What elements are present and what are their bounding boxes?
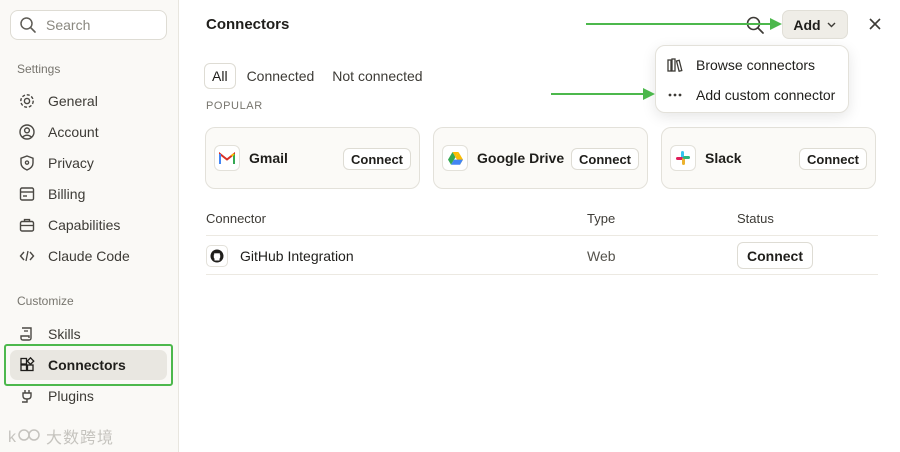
close-icon [869,18,881,30]
user-circle-icon [19,124,35,140]
connector-card-google-drive[interactable]: Google Drive Connect [433,127,648,189]
sidebar-item-label: Privacy [48,155,94,171]
search-placeholder: Search [46,17,91,33]
briefcase-icon [19,218,35,232]
sidebar-item-claude-code[interactable]: Claude Code [10,241,167,271]
filter-tabs: All Connected Not connected [204,63,434,89]
library-icon [667,58,683,72]
menu-item-label: Add custom connector [696,87,836,103]
watermark-text: 大数跨境 [46,430,115,447]
tab-all[interactable]: All [204,63,236,89]
sidebar-item-general[interactable]: General [10,86,167,116]
connect-button-slack[interactable]: Connect [799,148,867,170]
connector-card-gmail[interactable]: Gmail Connect [205,127,420,189]
gmail-icon [214,145,240,171]
svg-text:k: k [8,429,17,446]
scroll-icon [20,327,32,341]
page-title: Connectors [206,16,290,33]
table-row: GitHub Integration Web Connect [206,235,878,275]
tab-connected[interactable]: Connected [240,64,322,88]
watermark-logo-icon: k [8,429,40,446]
code-icon [19,250,35,262]
ellipsis-icon [668,93,682,97]
sidebar-item-account[interactable]: Account [10,117,167,147]
add-dropdown-menu: Browse connectors Add custom connector [655,45,849,113]
settings-section-label: Settings [17,62,61,76]
sidebar-item-capabilities[interactable]: Capabilities [10,210,167,240]
menu-item-label: Browse connectors [696,57,816,73]
search-icon [746,16,764,34]
close-button[interactable] [866,15,884,33]
search-icon [20,17,36,33]
connector-card-name: Gmail [249,150,288,166]
connector-card-slack[interactable]: Slack Connect [661,127,876,189]
sidebar-item-label: Claude Code [48,248,130,264]
sidebar-item-skills[interactable]: Skills [10,319,167,349]
sidebar-item-label: Account [48,124,99,140]
sidebar-item-plugins[interactable]: Plugins [10,381,167,411]
menu-item-browse-connectors[interactable]: Browse connectors [666,54,815,76]
popular-section-label: POPULAR [206,100,263,112]
plug-icon [22,390,32,403]
sidebar: Search Settings General Account Privacy … [0,0,179,452]
slack-icon [670,145,696,171]
column-header-connector: Connector [206,211,266,226]
sidebar-item-label: Capabilities [48,217,121,233]
sidebar-item-connectors[interactable]: Connectors [10,350,167,380]
connect-button-github[interactable]: Connect [737,242,813,269]
sidebar-item-label: Connectors [48,357,126,373]
watermark: k 大数跨境 [8,424,114,448]
customize-section-label: Customize [17,294,74,308]
add-button-label: Add [793,16,821,33]
shield-icon [20,155,34,171]
sidebar-item-privacy[interactable]: Privacy [10,148,167,178]
add-button[interactable]: Add [782,10,848,39]
search-input[interactable]: Search [10,10,167,40]
connector-card-name: Google Drive [477,150,565,166]
connect-button-gmail[interactable]: Connect [343,148,411,170]
sidebar-item-label: General [48,93,98,109]
connect-button-google-drive[interactable]: Connect [571,148,639,170]
chevron-down-icon [827,22,836,28]
tab-not-connected[interactable]: Not connected [325,64,429,88]
sidebar-item-label: Plugins [48,388,94,404]
search-button[interactable] [744,14,766,36]
connector-name: GitHub Integration [240,248,354,264]
billing-icon [19,187,35,201]
gear-icon [20,94,34,108]
connectors-grid-icon [20,356,35,372]
sidebar-item-label: Skills [48,326,81,342]
google-drive-icon [442,145,468,171]
connector-type: Web [587,248,616,264]
column-header-status: Status [737,211,774,226]
sidebar-item-billing[interactable]: Billing [10,179,167,209]
sidebar-item-label: Billing [48,186,86,202]
menu-item-add-custom-connector[interactable]: Add custom connector [666,84,835,106]
connector-card-name: Slack [705,150,742,166]
github-icon [206,245,228,267]
column-header-type: Type [587,211,616,226]
